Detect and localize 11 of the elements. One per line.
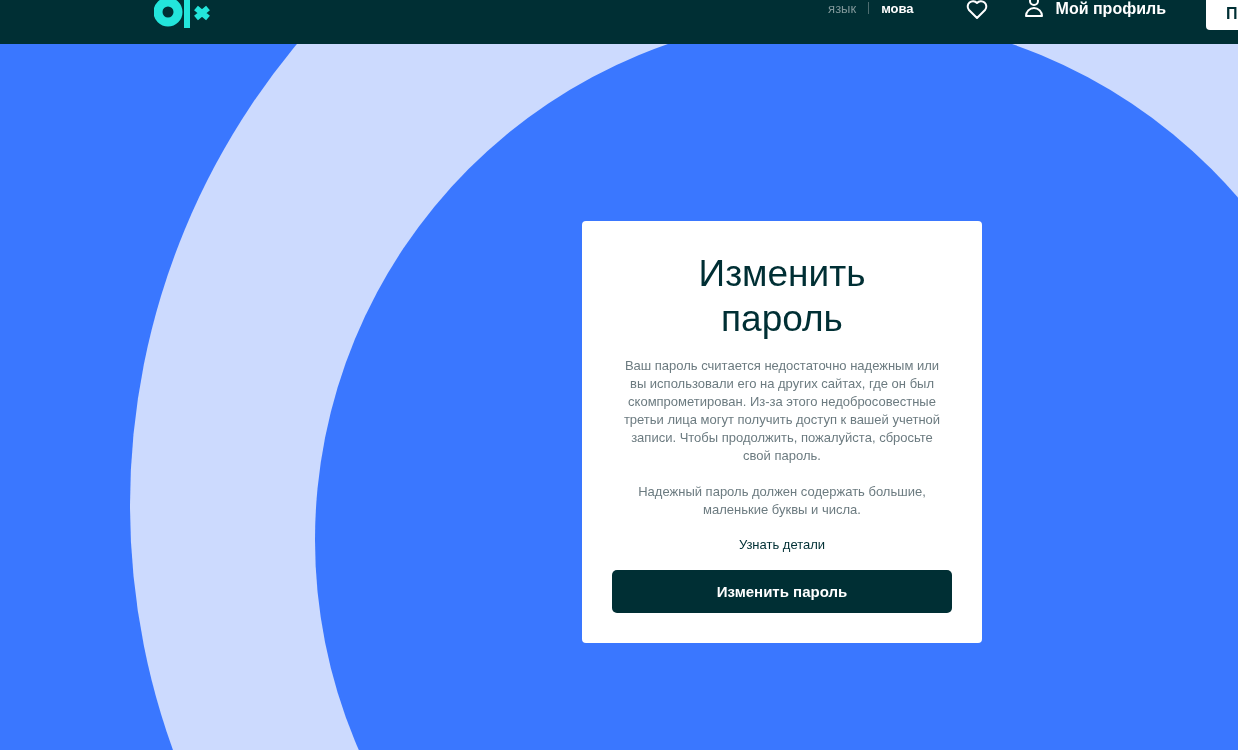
card-title: Изменить пароль	[697, 252, 867, 341]
info-paragraph: Надежный пароль должен содержать большие, маленькие буквы и числа.	[637, 483, 927, 519]
language-option[interactable]: язык	[828, 0, 857, 16]
user-icon	[1023, 0, 1044, 18]
change-password-button[interactable]: Изменить пароль	[612, 570, 952, 613]
post-ad-button[interactable]: П	[1206, 0, 1238, 30]
heart-icon[interactable]	[965, 0, 988, 20]
info-paragraph: Ваш пароль считается недостаточно надежным или вы использовали его на других сайтах, где он был скомпрометирован. Из-за этого недобросовестные третьи лица могут получить доступ к вашей учетной записи. Чтобы продолжить, пожалуйста, сбросьте свой пароль.	[622, 357, 942, 465]
profile-link[interactable]: Мой профиль	[1023, 0, 1166, 18]
details-link[interactable]: Узнать детали	[738, 537, 826, 552]
language-option[interactable]: мова	[881, 0, 914, 16]
